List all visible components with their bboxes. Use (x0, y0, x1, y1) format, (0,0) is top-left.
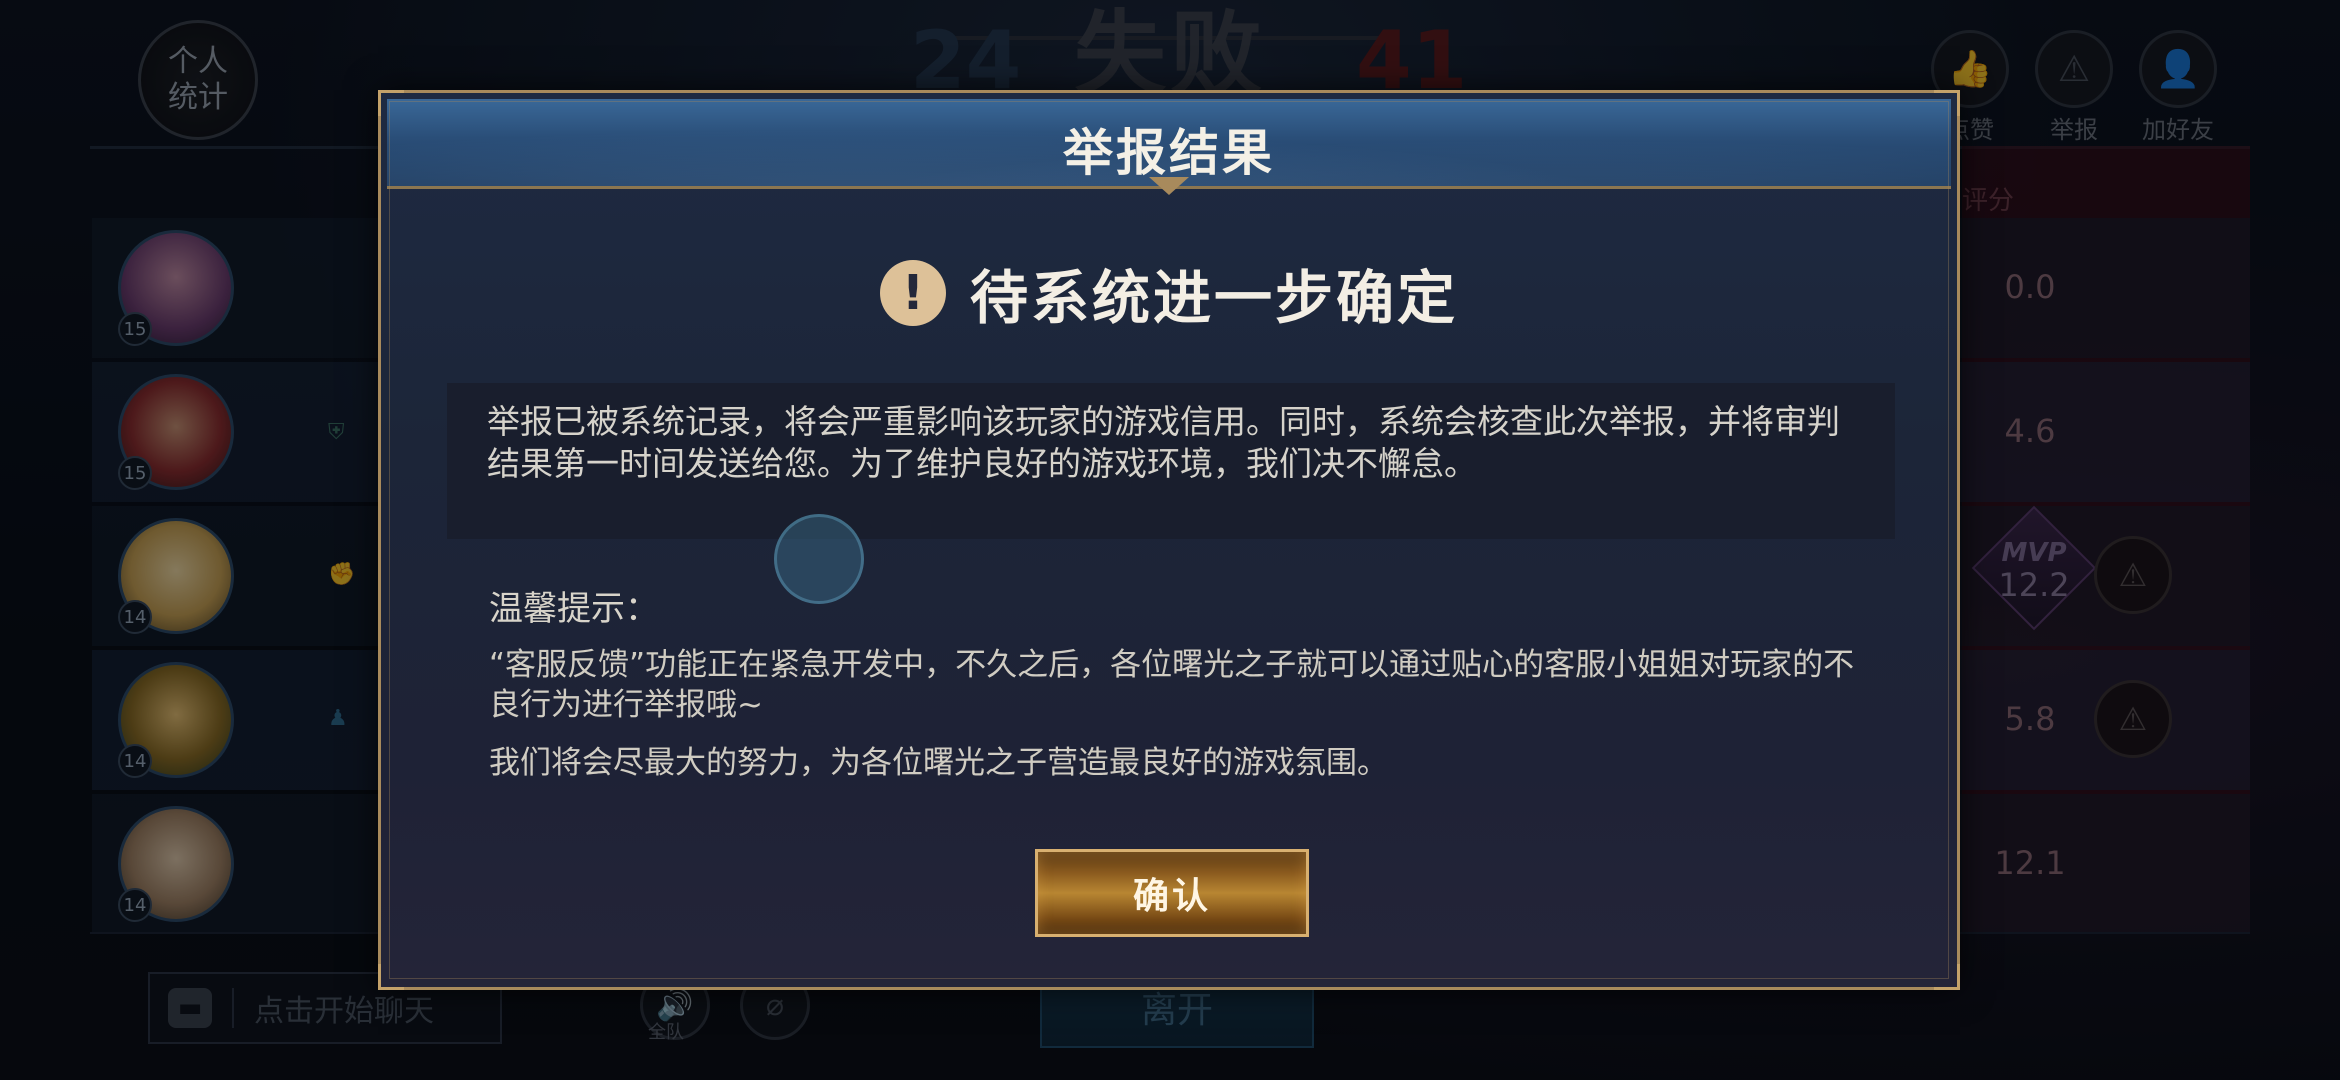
dialog-frame (389, 101, 1949, 979)
report-message-box: 举报已被系统记录，将会严重影响该玩家的游戏信用。同时，系统会核查此次举报，并将审… (447, 383, 1895, 539)
touch-indicator (774, 514, 864, 604)
tip-text: “客服反馈”功能正在紧急开发中，不久之后，各位曙光之子就可以通过贴心的客服小姐姐… (489, 647, 1855, 723)
header-ornament (1149, 177, 1189, 201)
status-heading: ! 待系统进一步确定 (381, 253, 1957, 333)
dialog-header: 举报结果 (387, 99, 1951, 189)
confirm-button[interactable]: 确认 (1035, 849, 1309, 937)
frame-corner (1934, 964, 1960, 990)
report-message: 举报已被系统记录，将会严重影响该玩家的游戏信用。同时，系统会核查此次举报，并将审… (487, 402, 1840, 483)
dialog-title: 举报结果 (1063, 124, 1275, 182)
frame-corner (378, 964, 404, 990)
frame-corner (378, 90, 404, 116)
status-text: 待系统进一步确定 (969, 264, 1458, 332)
tips-title: 温馨提示： (489, 589, 659, 629)
tip-text: 我们将会尽最大的努力，为各位曙光之子营造最良好的游戏氛围。 (489, 745, 1388, 781)
frame-corner (1934, 90, 1960, 116)
exclamation-icon: ! (879, 260, 946, 326)
report-result-dialog: 举报结果 ! 待系统进一步确定 举报已被系统记录，将会严重影响该玩家的游戏信用。… (378, 90, 1960, 990)
